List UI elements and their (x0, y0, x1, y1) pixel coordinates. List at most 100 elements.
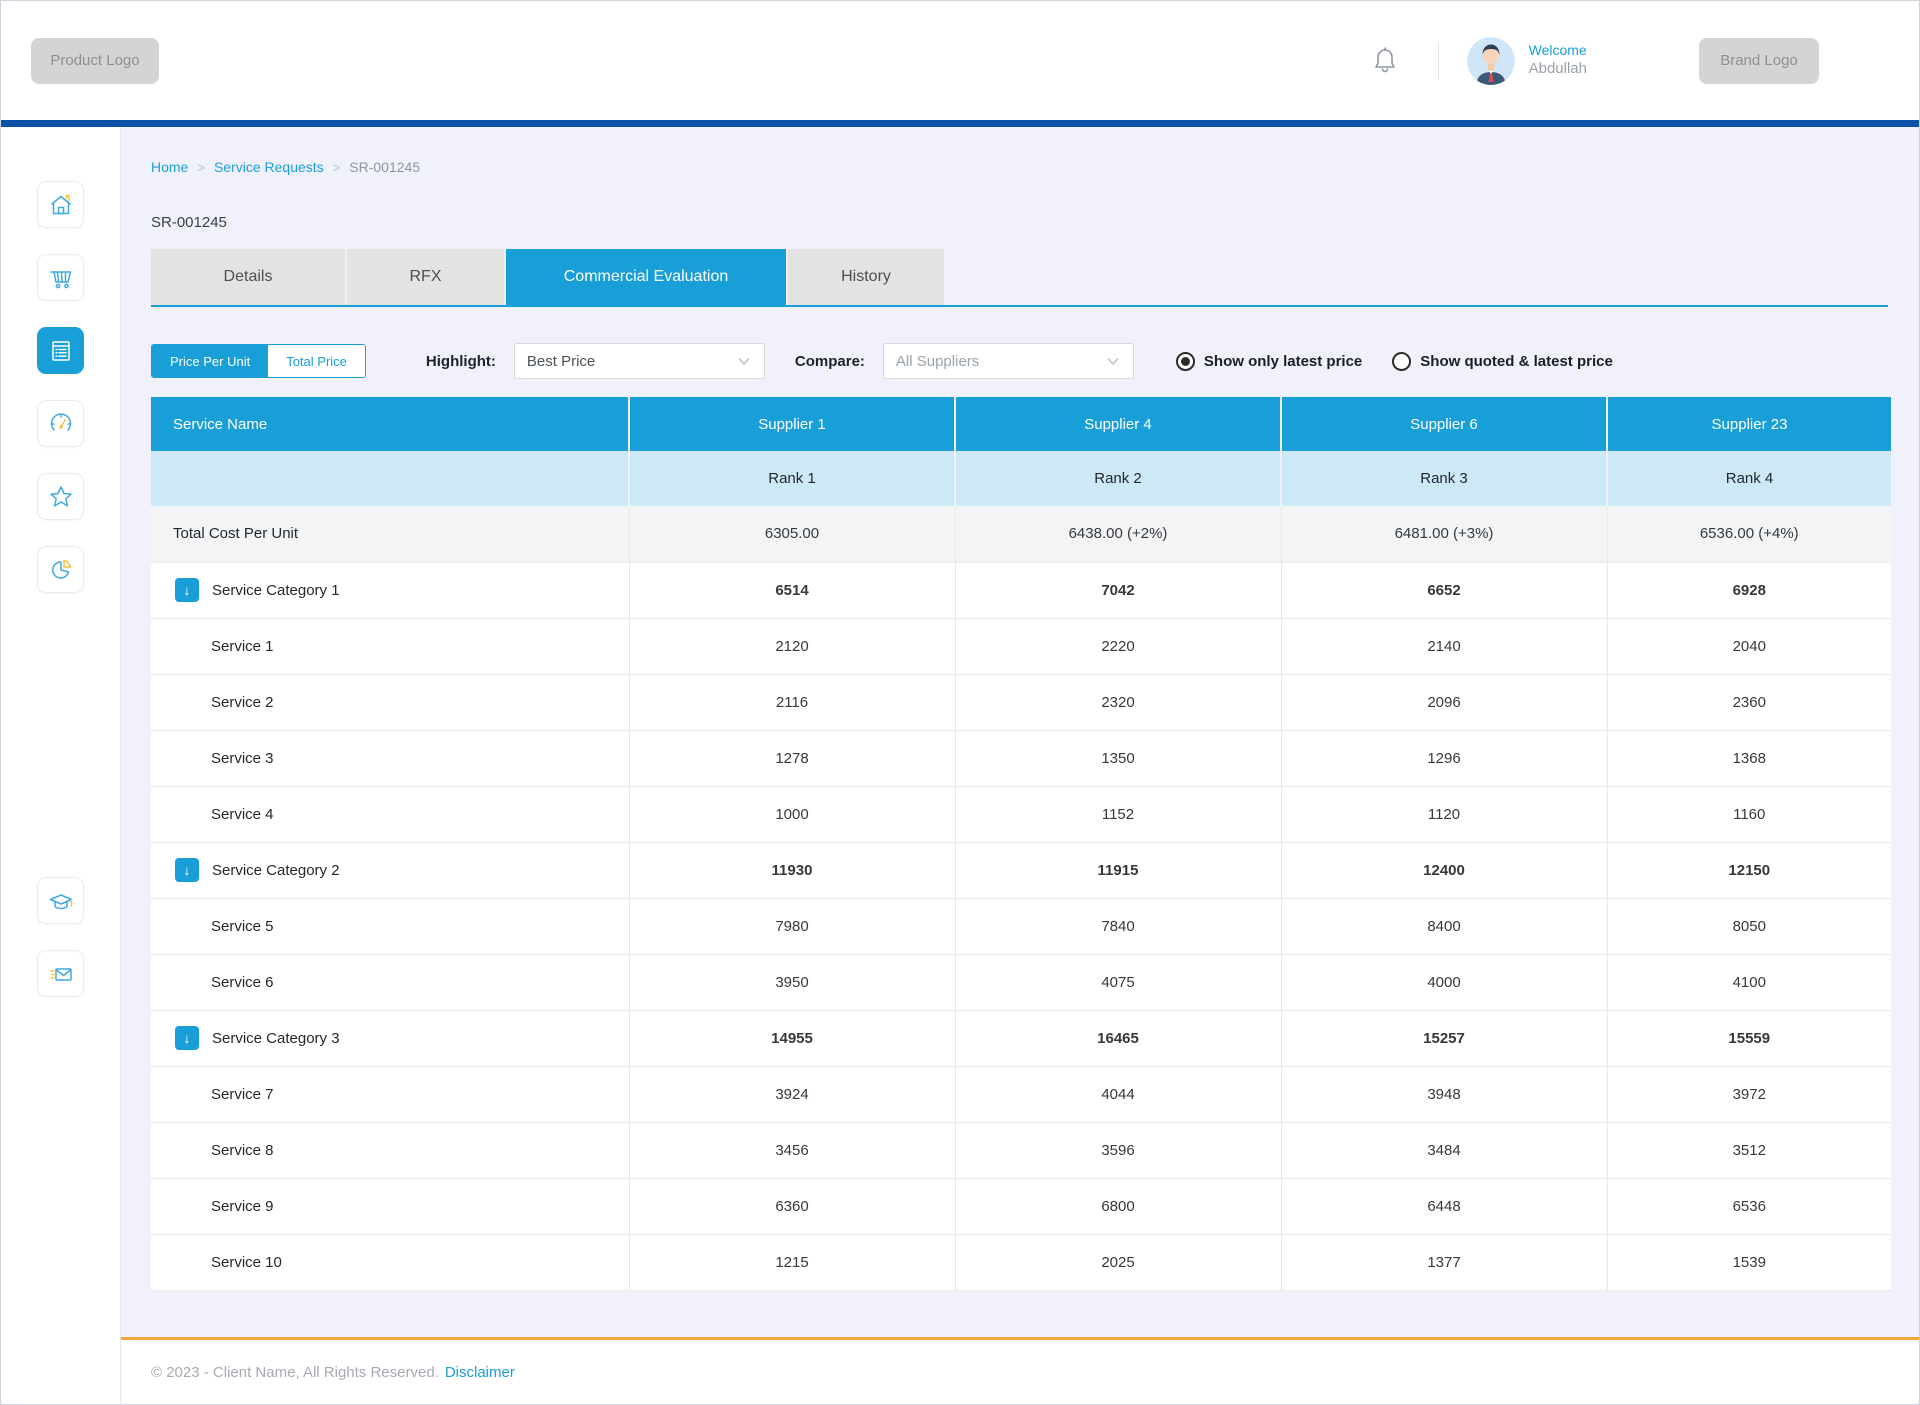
category-row: ↓Service Category 16514704266526928 (151, 562, 1891, 618)
sidebar-item-education[interactable] (37, 877, 84, 924)
price-cell: 3456 (629, 1122, 955, 1178)
price-cell: 6536 (1607, 1178, 1891, 1234)
footer: © 2023 - Client Name, All Rights Reserve… (121, 1337, 1919, 1404)
price-cell: 3950 (629, 954, 955, 1010)
header-accent-bar (1, 120, 1919, 127)
service-row: Service 83456359634843512 (151, 1122, 1891, 1178)
price-cell: 8400 (1281, 898, 1607, 954)
price-cell: 12400 (1281, 842, 1607, 898)
price-cell: 6928 (1607, 562, 1891, 618)
highlight-selected-value: Best Price (527, 353, 595, 370)
avatar[interactable] (1467, 37, 1515, 85)
breadcrumb-separator: > (197, 160, 205, 175)
price-mode-toggle: Price Per UnitTotal Price (151, 344, 366, 378)
category-name-cell: ↓ Service Category 2 (151, 842, 629, 898)
header-divider (1438, 42, 1439, 80)
sidebar-item-service-requests[interactable] (37, 327, 84, 374)
compare-selected-value: All Suppliers (896, 353, 979, 370)
price-cell: 2220 (955, 618, 1281, 674)
service-name-cell: Service 2 (151, 674, 629, 730)
tab-details[interactable]: Details (151, 249, 345, 305)
category-label: Service Category 2 (212, 862, 340, 879)
price-cell: 6800 (955, 1178, 1281, 1234)
price-cell: 1539 (1607, 1234, 1891, 1290)
price-cell: 6514 (629, 562, 955, 618)
breadcrumb-item-home[interactable]: Home (151, 159, 188, 175)
toggle-option-total-price[interactable]: Total Price (268, 345, 365, 377)
highlight-select[interactable]: Best Price (514, 343, 765, 379)
service-row: Service 73924404439483972 (151, 1066, 1891, 1122)
tab-rfx[interactable]: RFX (347, 249, 504, 305)
chevron-down-icon (1105, 353, 1121, 369)
service-name-cell: Service 3 (151, 730, 629, 786)
product-logo: Product Logo (31, 38, 159, 84)
radio-button-icon (1176, 352, 1195, 371)
price-cell: 6438.00 (+2%) (955, 506, 1281, 562)
top-header: Product Logo Welcome (1, 1, 1919, 120)
category-label: Service Category 3 (212, 1030, 340, 1047)
evaluation-controls: Price Per UnitTotal Price Highlight: Bes… (151, 343, 1888, 379)
service-name-cell: Service 8 (151, 1122, 629, 1178)
price-cell: 2140 (1281, 618, 1607, 674)
price-filter-radios: Show only latest price Show quoted & late… (1176, 352, 1613, 371)
sidebar-item-reports[interactable] (37, 546, 84, 593)
column-header-supplier: Supplier 4 (955, 397, 1281, 451)
expand-category-button[interactable]: ↓ (175, 1026, 199, 1050)
breadcrumb-item-service-requests[interactable]: Service Requests (214, 159, 324, 175)
price-cell: 6305.00 (629, 506, 955, 562)
service-name-cell: Total Cost Per Unit (151, 506, 629, 562)
sidebar-item-cart[interactable] (37, 254, 84, 301)
price-cell: 6360 (629, 1178, 955, 1234)
service-row: Service 96360680064486536 (151, 1178, 1891, 1234)
copyright-text: © 2023 - Client Name, All Rights Reserve… (151, 1364, 439, 1381)
cart-icon (47, 264, 75, 292)
page-title: SR-001245 (151, 214, 1888, 231)
category-row: ↓Service Category 211930119151240012150 (151, 842, 1891, 898)
brand-logo: Brand Logo (1699, 38, 1819, 84)
radio-show-quoted-latest-price[interactable]: Show quoted & latest price (1392, 352, 1613, 371)
service-requests-icon (47, 337, 75, 365)
app-window: Product Logo Welcome (0, 0, 1920, 1405)
price-cell: 6652 (1281, 562, 1607, 618)
toggle-option-price-per-unit[interactable]: Price Per Unit (152, 345, 268, 377)
price-cell: 3596 (955, 1122, 1281, 1178)
price-cell: 16465 (955, 1010, 1281, 1066)
table-header-row: Service NameSupplier 1Supplier 4Supplier… (151, 397, 1891, 451)
star-icon (47, 483, 75, 511)
tab-commercial-evaluation[interactable]: Commercial Evaluation (506, 249, 786, 305)
column-header-supplier: Supplier 23 (1607, 397, 1891, 451)
breadcrumb-item-sr-001245: SR-001245 (349, 159, 420, 175)
radio-show-only-latest-price[interactable]: Show only latest price (1176, 352, 1362, 371)
sidebar-item-dashboard[interactable] (37, 400, 84, 447)
price-cell: 4075 (955, 954, 1281, 1010)
rank-cell: Rank 1 (629, 451, 955, 506)
radio-label: Show quoted & latest price (1420, 353, 1613, 370)
expand-category-button[interactable]: ↓ (175, 858, 199, 882)
gauge-icon (47, 410, 75, 438)
rank-cell: Rank 4 (1607, 451, 1891, 506)
price-cell: 14955 (629, 1010, 955, 1066)
sidebar-item-home[interactable] (37, 181, 84, 228)
education-icon (47, 887, 75, 915)
expand-category-button[interactable]: ↓ (175, 578, 199, 602)
price-cell: 15559 (1607, 1010, 1891, 1066)
price-cell: 7840 (955, 898, 1281, 954)
tab-underline (151, 305, 1888, 307)
column-header-service-name: Service Name (151, 397, 629, 451)
pie-chart-icon (47, 556, 75, 584)
disclaimer-link[interactable]: Disclaimer (445, 1364, 515, 1381)
welcome-text: Welcome (1529, 42, 1587, 60)
price-cell: 2040 (1607, 618, 1891, 674)
compare-select[interactable]: All Suppliers (883, 343, 1134, 379)
sidebar-item-messages[interactable] (37, 950, 84, 997)
service-name-cell: Service 10 (151, 1234, 629, 1290)
price-cell: 1152 (955, 786, 1281, 842)
tab-history[interactable]: History (788, 249, 944, 305)
sidebar-item-favorites[interactable] (37, 473, 84, 520)
service-name-cell: Service 4 (151, 786, 629, 842)
price-cell: 3972 (1607, 1066, 1891, 1122)
sidebar-nav (1, 127, 121, 1404)
bell-icon[interactable] (1372, 46, 1398, 76)
price-cell: 11915 (955, 842, 1281, 898)
service-name-cell: Service 9 (151, 1178, 629, 1234)
